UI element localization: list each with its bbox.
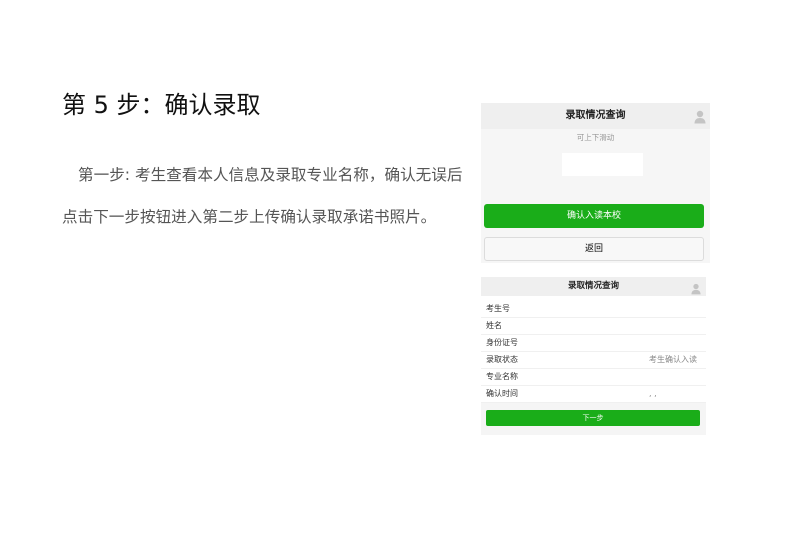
row-label: 考生号 bbox=[486, 304, 510, 313]
row-label: 专业名称 bbox=[486, 372, 518, 381]
row-label: 确认时间 bbox=[486, 389, 518, 398]
screen2-header: 录取情况查询 bbox=[481, 277, 706, 296]
step-title: 第 5 步：确认录取 bbox=[62, 91, 261, 119]
screen1-header-title: 录取情况查询 bbox=[565, 110, 626, 121]
next-step-button[interactable]: 下一步 bbox=[486, 410, 700, 426]
info-row-admission-status: 录取状态 考生确认入读 bbox=[481, 352, 706, 369]
info-row-confirm-time: 确认时间 , , bbox=[481, 386, 706, 403]
info-row-exam-number: 考生号 bbox=[481, 301, 706, 318]
screen1-header: 录取情况查询 bbox=[481, 103, 710, 129]
info-card bbox=[562, 153, 643, 176]
row-value: 考生确认入读 bbox=[649, 355, 697, 364]
row-value: , , bbox=[649, 389, 657, 398]
row-label: 姓名 bbox=[486, 321, 502, 330]
admission-query-screen-info: 录取情况查询 考生号 姓名 身份证号 录取状态 考生确认入读 专业名称 确认时间… bbox=[481, 277, 706, 435]
back-button[interactable]: 返回 bbox=[484, 237, 704, 261]
info-row-name: 姓名 bbox=[481, 318, 706, 335]
admission-query-screen-confirm: 录取情况查询 可上下滑动 确认入读本校 返回 bbox=[481, 103, 710, 263]
scroll-hint: 可上下滑动 bbox=[576, 133, 615, 142]
instruction-line-2: 点击下一步按钮进入第二步上传确认录取承诺书照片。 bbox=[62, 208, 437, 226]
row-label: 身份证号 bbox=[486, 338, 518, 347]
user-icon[interactable] bbox=[694, 109, 706, 128]
info-row-major: 专业名称 bbox=[481, 369, 706, 386]
student-info-list: 考生号 姓名 身份证号 录取状态 考生确认入读 专业名称 确认时间 , , bbox=[481, 296, 706, 403]
row-label: 录取状态 bbox=[486, 355, 518, 364]
confirm-enrollment-button[interactable]: 确认入读本校 bbox=[484, 204, 704, 228]
instruction-line-1: 第一步: 考生查看本人信息及录取专业名称，确认无误后 bbox=[78, 166, 463, 184]
screen2-header-title: 录取情况查询 bbox=[567, 281, 619, 291]
info-row-id-number: 身份证号 bbox=[481, 335, 706, 352]
